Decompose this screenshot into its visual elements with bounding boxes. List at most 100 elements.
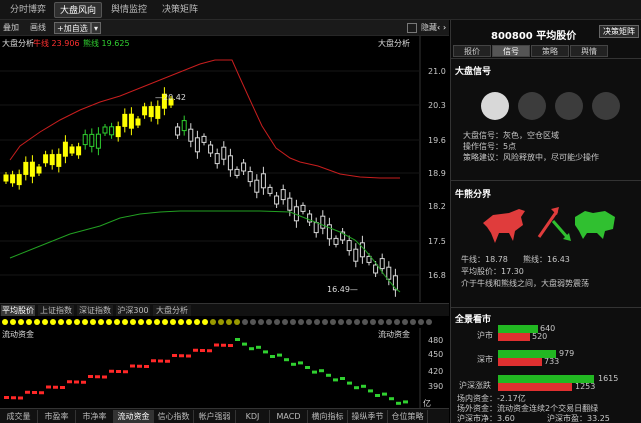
candlestick [353, 243, 359, 268]
signal-dot [410, 319, 416, 325]
main-chart-title: 大盘分析 [2, 39, 34, 48]
decision-matrix-button[interactable]: 决策矩阵 [599, 25, 639, 38]
candlestick [49, 149, 55, 170]
candlestick [69, 144, 75, 156]
dropdown-arrow-icon[interactable]: ▾ [91, 22, 101, 34]
capital-flow-bar [389, 397, 394, 401]
capital-flow-bar [277, 353, 282, 357]
subtab-sentiment[interactable]: 舆情 [570, 45, 608, 57]
draw-line-button[interactable]: 画线 [30, 22, 46, 34]
signal-dot [10, 319, 16, 325]
bear-value-label: 熊线 19.625 [83, 38, 130, 49]
tab-hs300[interactable]: 沪深300 [116, 305, 150, 316]
grid-icon[interactable] [407, 23, 417, 33]
capital-flow-bar [81, 380, 86, 384]
panorama-row-label: 沪市 [477, 331, 493, 340]
tab-manipulation-season[interactable]: 操纵季节 [348, 410, 388, 423]
tab-confidence-index[interactable]: 信心指数 [154, 410, 194, 423]
candlestick [36, 164, 42, 176]
signal-dot [298, 319, 304, 325]
signal-dot [18, 319, 24, 325]
capital-flow-bar [403, 400, 408, 404]
bear-line-text: 熊线：16.43 [523, 255, 570, 264]
bear-value-text: 19.625 [101, 39, 130, 48]
subtab-quote[interactable]: 报价 [453, 45, 491, 57]
capital-flow-bar [228, 344, 233, 347]
capital-flow-bar [158, 359, 163, 363]
signal-dot [106, 319, 112, 325]
candlestick [43, 150, 49, 167]
capital-flow-bar [179, 354, 184, 358]
main-candlestick-chart[interactable]: 21.0 20.3 19.6 18.9 18.2 17.5 16.8 大盘分析 牛线 23.… [0, 36, 449, 302]
candlestick [128, 107, 134, 136]
right-info-panel: 800800 平均股价 决策矩阵 报价 信号 策略 舆情 大盘信号 大盘信号：灰… [450, 20, 641, 423]
signal-dot [202, 319, 208, 325]
green-bar-value: 1615 [598, 374, 619, 383]
signal-dot [266, 319, 272, 325]
capital-flow-bar [46, 385, 51, 389]
capital-flow-bar [130, 364, 135, 368]
tab-kdj[interactable]: KDJ [236, 410, 270, 423]
signal-dot [250, 319, 256, 325]
tab-pb-ratio[interactable]: 市净率 [76, 410, 114, 423]
indicator-tab-bar: 成交量 市盈率 市净率 流动资金 信心指数 帐户强弱 KDJ MACD 横向指标… [0, 408, 449, 423]
signal-dot [378, 319, 384, 325]
scroll-right-icon[interactable]: › [443, 22, 446, 34]
subtab-strategy[interactable]: 策略 [531, 45, 569, 57]
green-bar-value: 979 [559, 349, 575, 358]
capital-flow-bar [396, 401, 401, 405]
tab-horizontal-indicator[interactable]: 横向指标 [308, 410, 348, 423]
candlestick [194, 130, 200, 159]
tab-average-price[interactable]: 平均股价 [1, 305, 35, 316]
scroll-left-icon[interactable]: ‹ [437, 22, 440, 34]
tab-shanghai-index[interactable]: 上证指数 [38, 305, 74, 316]
y-tick-label: 480 [428, 336, 443, 345]
signal-dot [178, 319, 184, 325]
tab-capital-flow[interactable]: 流动资金 [114, 410, 154, 423]
tab-account-strength[interactable]: 帐户强弱 [194, 410, 236, 423]
signal-dot [34, 319, 40, 325]
low-price-marker: 16.49— [327, 285, 358, 294]
overlay-button[interactable]: 叠加 [3, 22, 19, 34]
candlestick [260, 166, 266, 195]
capital-flow-bar [319, 369, 324, 373]
y-tick-label: 19.6 [428, 136, 446, 145]
signal-dot [218, 319, 224, 325]
capital-flow-bar [333, 378, 338, 382]
y-tick-label: 18.9 [428, 169, 446, 178]
capital-flow-bar [326, 373, 331, 377]
candlestick [214, 148, 220, 169]
capital-flow-bar [18, 396, 23, 400]
signal-dot [354, 319, 360, 325]
tab-market-analysis[interactable]: 大盘分析 [153, 305, 191, 316]
tab-timeshare-game[interactable]: 分时博弈 [2, 2, 54, 18]
add-watchlist-button[interactable]: +加自选 [54, 22, 91, 34]
tab-sentiment-monitor[interactable]: 舆情监控 [104, 2, 154, 18]
tab-decision-matrix[interactable]: 决策矩阵 [155, 2, 205, 18]
hide-button[interactable]: 隐藏 [421, 22, 437, 34]
stock-code: 800800 [491, 31, 533, 42]
signal-dot [154, 319, 160, 325]
capital-flow-bar [200, 349, 205, 352]
tab-market-direction[interactable]: 大盘风向 [54, 2, 102, 18]
candlestick [300, 202, 306, 215]
tab-position-strategy[interactable]: 仓位策略 [388, 410, 428, 423]
signal-dot [362, 319, 368, 325]
tab-shenzhen-index[interactable]: 深证指数 [77, 305, 113, 316]
signal-light-active [481, 92, 509, 120]
capital-flow-bar [305, 366, 310, 369]
capital-flow-bar [214, 343, 219, 347]
y-tick-label: 18.2 [428, 202, 446, 211]
tab-volume[interactable]: 成交量 [0, 410, 38, 423]
signal-dot [330, 319, 336, 325]
arrow-up-icon [537, 207, 559, 238]
subtab-signal[interactable]: 信号 [492, 45, 530, 57]
market-signal-title: 大盘信号 [455, 67, 492, 77]
capital-flow-bar [172, 354, 177, 357]
signal-dot [226, 319, 232, 325]
tab-pe-ratio[interactable]: 市盈率 [38, 410, 76, 423]
capital-flow-chart[interactable]: 480 450 420 390 流动资金 流动资金 亿 [0, 328, 449, 408]
capital-flow-bar [368, 389, 373, 393]
tab-macd[interactable]: MACD [270, 410, 308, 423]
high-price-marker: —20.42 [155, 93, 186, 102]
